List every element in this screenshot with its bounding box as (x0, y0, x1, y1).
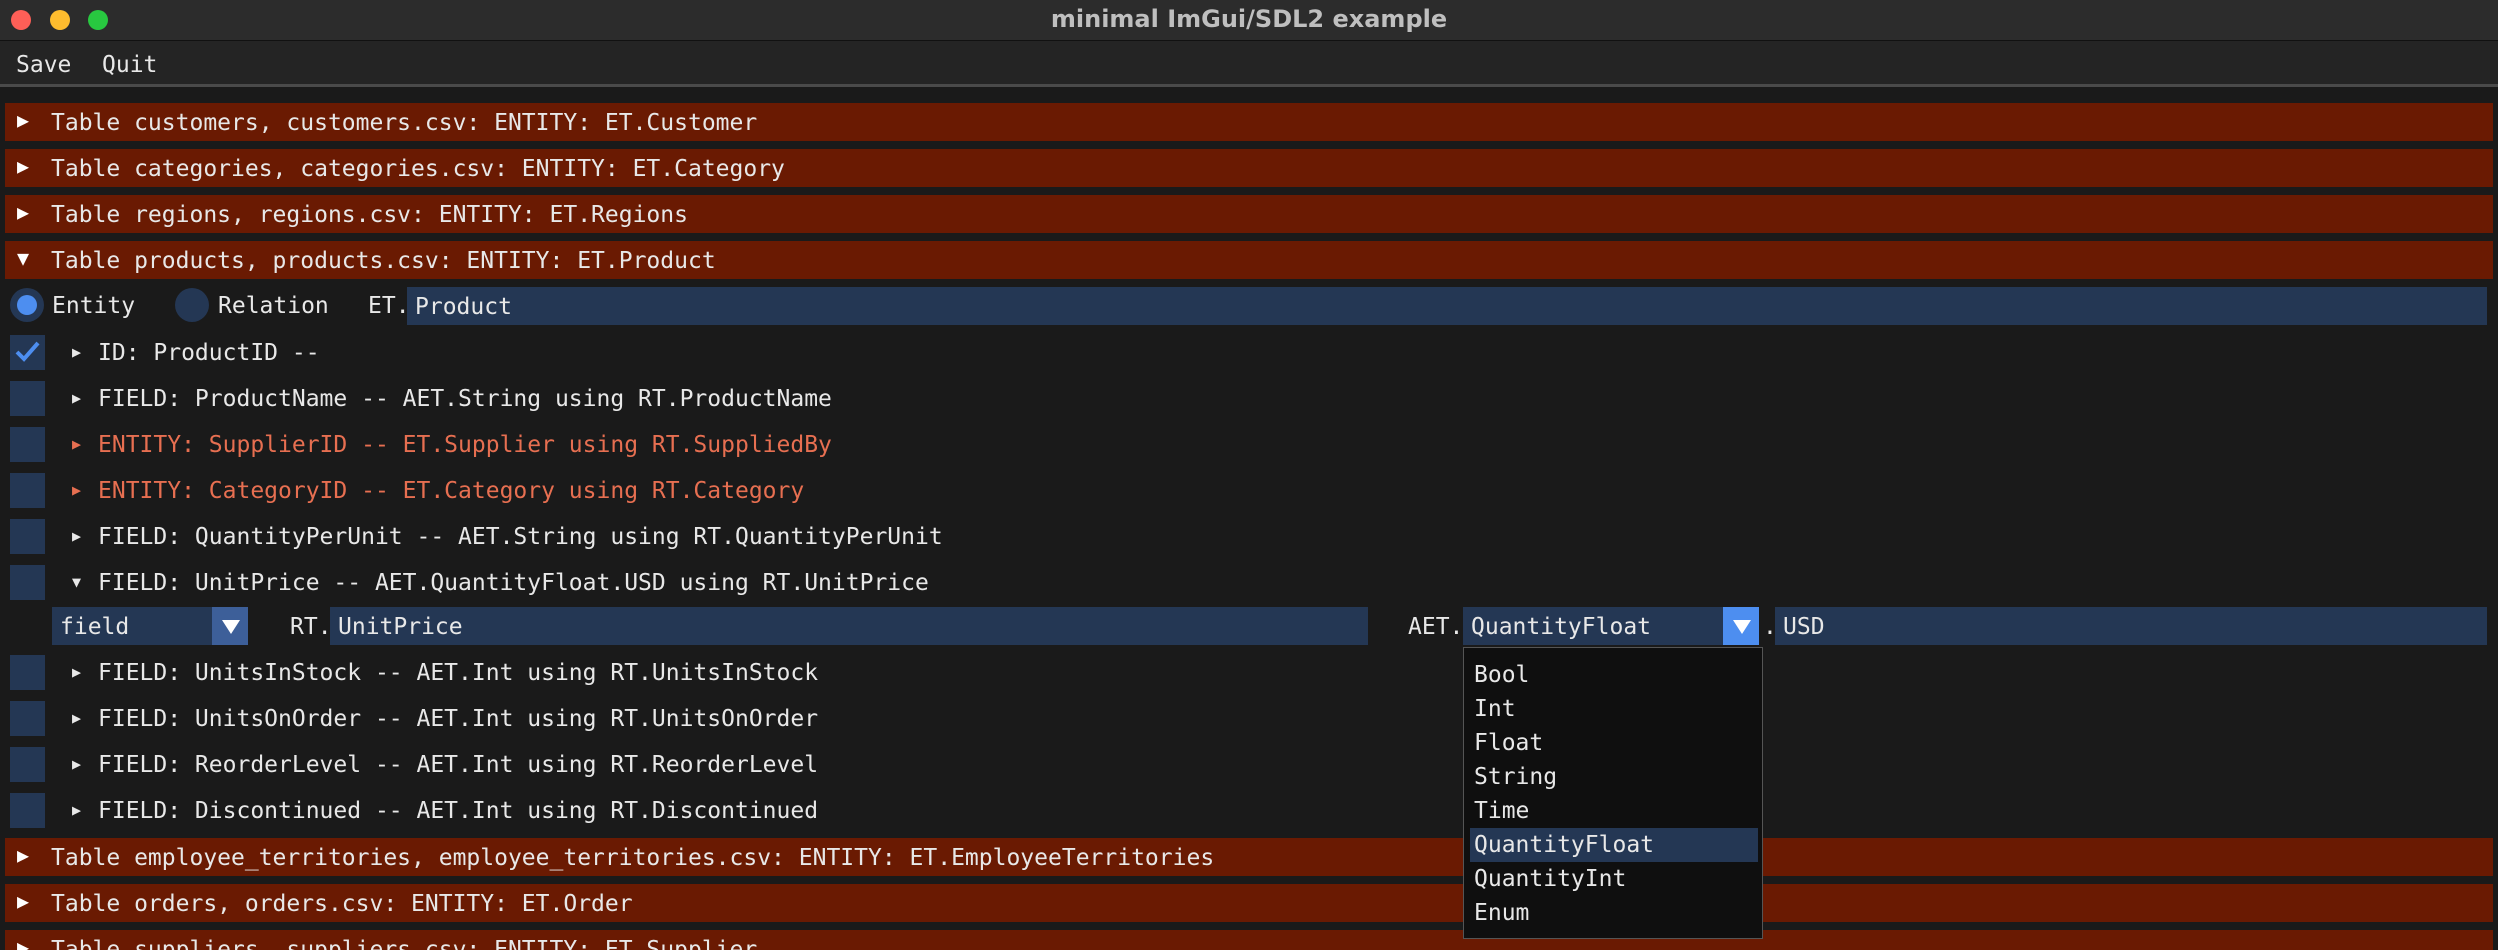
aet-option-int[interactable]: Int (1470, 692, 1758, 726)
field-checkbox-productid[interactable] (10, 335, 45, 370)
aet-option-quantityfloat[interactable]: QuantityFloat (1470, 828, 1758, 862)
table-header-employee-territories[interactable]: ▶ Table employee_territories, employee_t… (5, 838, 2493, 876)
rt-prefix: RT. (290, 614, 332, 640)
field-checkbox-unitsonorder[interactable] (10, 701, 45, 736)
table-header-regions[interactable]: ▶ Table regions, regions.csv: ENTITY: ET… (5, 195, 2493, 233)
field-row-discontinued[interactable]: FIELD: Discontinued -- AET.Int using RT.… (98, 798, 818, 824)
field-checkbox-unitsinstock[interactable] (10, 655, 45, 690)
window-title: minimal ImGui/SDL2 example (1050, 5, 1448, 33)
table-header-label: Table employee_territories, employee_ter… (51, 845, 1215, 871)
collapsed-arrow-icon: ▶ (17, 843, 30, 867)
relation-radio-label: Relation (218, 293, 329, 319)
field-row-productid[interactable]: ID: ProductID -- (98, 340, 320, 366)
aet-prefix: AET. (1408, 614, 1464, 640)
field-checkbox-reorderlevel[interactable] (10, 747, 45, 782)
table-header-label: Table regions, regions.csv: ENTITY: ET.R… (51, 202, 688, 228)
collapsed-arrow-icon[interactable]: ▶ (72, 389, 81, 407)
collapsed-arrow-icon[interactable]: ▶ (72, 709, 81, 727)
expanded-arrow-icon: ▼ (17, 246, 30, 270)
radio-selected-dot (17, 295, 37, 315)
field-row-unitsinstock[interactable]: FIELD: UnitsInStock -- AET.Int using RT.… (98, 660, 818, 686)
field-checkbox-categoryid[interactable] (10, 473, 45, 508)
table-header-orders[interactable]: ▶ Table orders, orders.csv: ENTITY: ET.O… (5, 884, 2493, 922)
field-checkbox-discontinued[interactable] (10, 793, 45, 828)
collapsed-arrow-icon[interactable]: ▶ (72, 343, 81, 361)
field-checkbox-unitprice[interactable] (10, 565, 45, 600)
aet-option-float[interactable]: Float (1470, 726, 1758, 760)
field-checkbox-supplierid[interactable] (10, 427, 45, 462)
aet-option-time[interactable]: Time (1470, 794, 1758, 828)
field-checkbox-quantityperunit[interactable] (10, 519, 45, 554)
table-header-suppliers[interactable]: ▶ Table suppliers, suppliers.csv: ENTITY… (5, 930, 2493, 950)
aet-type-combo-button[interactable] (1723, 607, 1759, 645)
expanded-arrow-icon[interactable]: ▼ (72, 573, 81, 591)
field-row-categoryid[interactable]: ENTITY: CategoryID -- ET.Category using … (98, 478, 804, 504)
collapsed-arrow-icon[interactable]: ▶ (72, 755, 81, 773)
menu-bar: Save Quit (0, 41, 2498, 87)
field-row-unitsonorder[interactable]: FIELD: UnitsOnOrder -- AET.Int using RT.… (98, 706, 818, 732)
check-icon (15, 341, 40, 362)
collapsed-arrow-icon[interactable]: ▶ (72, 481, 81, 499)
collapsed-arrow-icon: ▶ (17, 889, 30, 913)
entity-radio[interactable] (10, 288, 44, 322)
table-header-products[interactable]: ▼ Table products, products.csv: ENTITY: … (5, 241, 2493, 279)
collapsed-arrow-icon: ▶ (17, 108, 30, 132)
collapsed-arrow-icon[interactable]: ▶ (72, 801, 81, 819)
table-header-categories[interactable]: ▶ Table categories, categories.csv: ENTI… (5, 149, 2493, 187)
field-row-reorderlevel[interactable]: FIELD: ReorderLevel -- AET.Int using RT.… (98, 752, 818, 778)
save-menu[interactable]: Save (16, 52, 71, 78)
table-header-label: Table suppliers, suppliers.csv: ENTITY: … (51, 937, 758, 950)
collapsed-arrow-icon: ▶ (17, 935, 30, 950)
field-row-unitprice[interactable]: FIELD: UnitPrice -- AET.QuantityFloat.US… (98, 570, 929, 596)
collapsed-arrow-icon[interactable]: ▶ (72, 435, 81, 453)
aet-option-quantityint[interactable]: QuantityInt (1470, 862, 1758, 896)
field-checkbox-productname[interactable] (10, 381, 45, 416)
unit-input[interactable]: USD (1775, 607, 2487, 645)
table-header-label: Table categories, categories.csv: ENTITY… (51, 156, 785, 182)
aet-type-combo[interactable]: QuantityFloat (1463, 607, 1723, 645)
table-header-label: Table products, products.csv: ENTITY: ET… (51, 248, 716, 274)
table-header-label: Table customers, customers.csv: ENTITY: … (51, 110, 758, 136)
entity-radio-label: Entity (52, 293, 136, 319)
field-row-productname[interactable]: FIELD: ProductName -- AET.String using R… (98, 386, 832, 412)
aet-option-string[interactable]: String (1470, 760, 1758, 794)
field-kind-combo[interactable]: field (52, 607, 212, 645)
chevron-down-icon (222, 620, 240, 634)
entity-type-input[interactable]: Product (407, 287, 2487, 325)
quit-menu[interactable]: Quit (102, 52, 157, 78)
collapsed-arrow-icon[interactable]: ▶ (72, 527, 81, 545)
field-kind-combo-button[interactable] (212, 607, 248, 645)
title-bar: minimal ImGui/SDL2 example (0, 0, 2498, 41)
rt-name-input[interactable]: UnitPrice (330, 607, 1368, 645)
relation-radio[interactable] (175, 288, 209, 322)
table-header-customers[interactable]: ▶ Table customers, customers.csv: ENTITY… (5, 103, 2493, 141)
collapsed-arrow-icon: ▶ (17, 200, 30, 224)
aet-type-dropdown: Bool Int Float String Time QuantityFloat… (1463, 647, 1763, 939)
aet-option-bool[interactable]: Bool (1470, 658, 1758, 692)
collapsed-arrow-icon: ▶ (17, 154, 30, 178)
field-row-quantityperunit[interactable]: FIELD: QuantityPerUnit -- AET.String usi… (98, 524, 943, 550)
table-header-label: Table orders, orders.csv: ENTITY: ET.Ord… (51, 891, 633, 917)
aet-option-enum[interactable]: Enum (1470, 896, 1758, 930)
collapsed-arrow-icon[interactable]: ▶ (72, 663, 81, 681)
entity-type-prefix: ET. (368, 293, 410, 319)
field-row-supplierid[interactable]: ENTITY: SupplierID -- ET.Supplier using … (98, 432, 832, 458)
chevron-down-icon (1733, 620, 1751, 634)
